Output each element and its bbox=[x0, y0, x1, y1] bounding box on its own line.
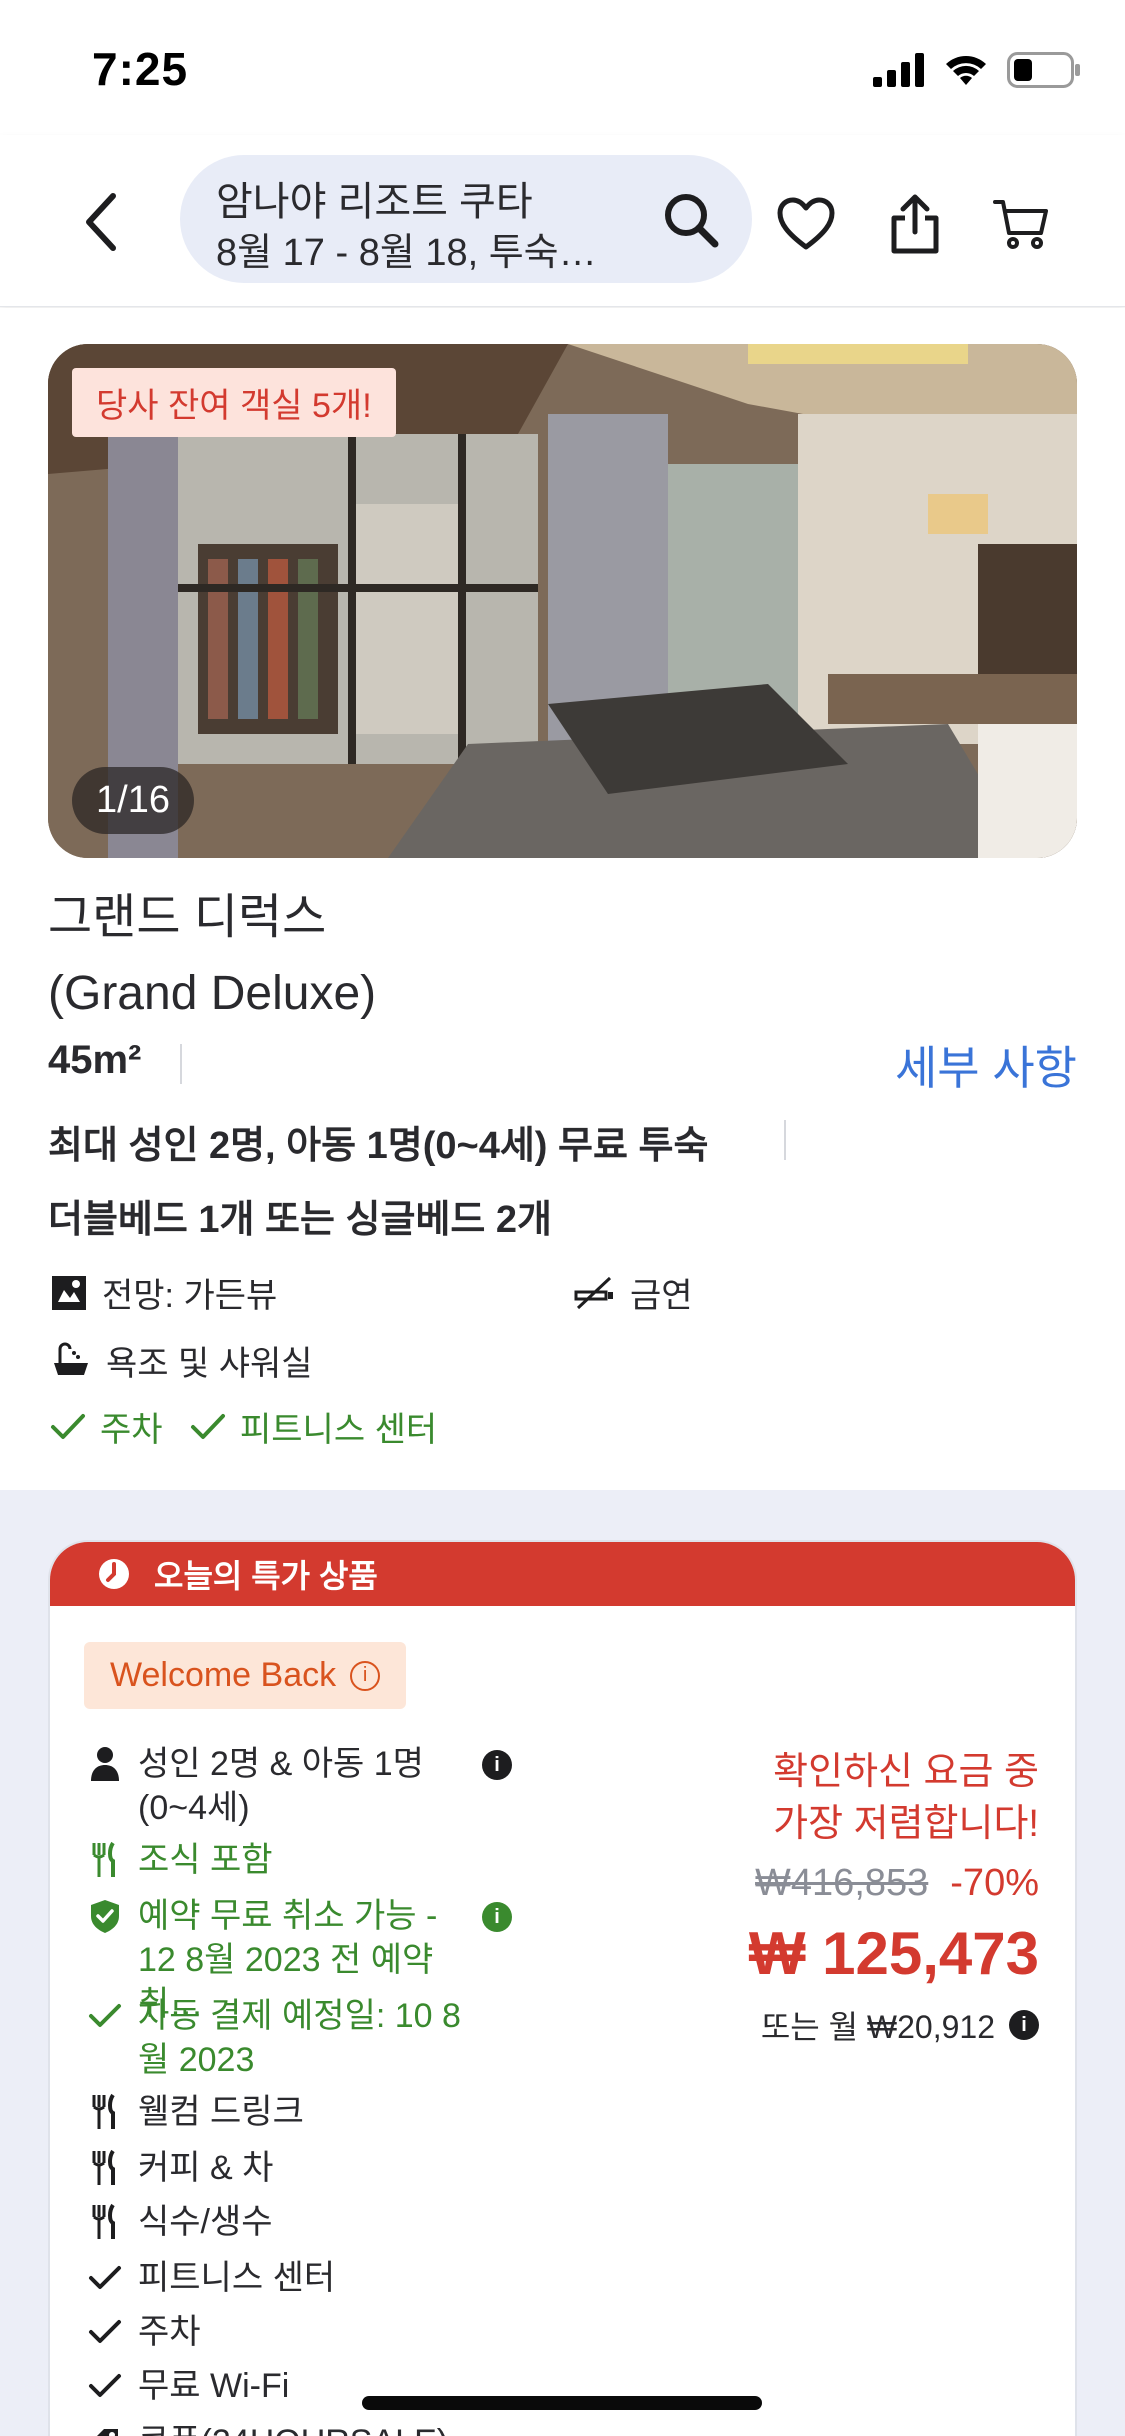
bed-info: 더블베드 1개 또는 싱글베드 2개 bbox=[48, 1199, 553, 1241]
perk-parking-label: 주차 bbox=[138, 2313, 201, 2351]
discount-percent: -70% bbox=[950, 1862, 1039, 1904]
divider bbox=[784, 1120, 786, 1160]
feature-fitness-label: 피트니스 센터 bbox=[240, 1411, 438, 1449]
utensils-icon bbox=[92, 1841, 115, 1877]
occupancy-info: 최대 성인 2명, 아동 1명(0~4세) 무료 투숙 bbox=[48, 1125, 709, 1167]
divider bbox=[180, 1044, 182, 1084]
checkmark-icon bbox=[89, 2374, 121, 2397]
share-button[interactable] bbox=[884, 193, 946, 255]
chevron-left-icon bbox=[86, 193, 116, 251]
deal-offer-card[interactable]: 오늘의 특가 상품 Welcome Back i 성인 2명 & 아동 1명 (… bbox=[48, 1540, 1077, 2436]
perk-guests-label: 성인 2명 & 아동 1명 (0~4세) bbox=[138, 1745, 424, 1827]
welcome-back-badge[interactable]: Welcome Back i bbox=[84, 1642, 407, 1709]
perk-breakfast-label: 조식 포함 bbox=[138, 1841, 273, 1879]
photo-counter: 1/16 bbox=[72, 767, 194, 834]
utensils-icon bbox=[92, 2203, 115, 2239]
cellular-signal-icon bbox=[873, 53, 924, 87]
feature-non-smoking-label: 금연 bbox=[630, 1277, 693, 1315]
favorite-button[interactable] bbox=[775, 193, 837, 255]
perk-coupon-label: 쿠폰(24HOURSALE) bbox=[138, 2420, 468, 2436]
perk-auto-payment: 자동 결제 예정일: 10 8 월 2023 bbox=[86, 1994, 468, 2082]
feature-fitness: 피트니스 센터 bbox=[190, 1402, 437, 1451]
feature-parking: 주차 bbox=[50, 1402, 163, 1451]
deal-header: 오늘의 특가 상품 bbox=[50, 1542, 1075, 1606]
no-smoking-icon bbox=[574, 1276, 613, 1309]
perk-water: 식수/생수 bbox=[86, 2200, 468, 2244]
perk-auto-payment-label: 자동 결제 예정일: 10 8 월 2023 bbox=[138, 1997, 461, 2079]
status-icons bbox=[873, 48, 1081, 92]
perk-coupon: 쿠폰(24HOURSALE) bbox=[86, 2420, 468, 2436]
person-icon bbox=[91, 1747, 119, 1781]
cart-button[interactable] bbox=[990, 193, 1052, 255]
price-block: 확인하신 요금 중 가장 저렴합니다! ₩416,853 -70% ₩ 125,4… bbox=[749, 1746, 1039, 2048]
info-icon[interactable]: i bbox=[482, 1750, 512, 1780]
room-size: 45m² bbox=[48, 1038, 142, 1082]
feature-bath: 욕조 및 샤워실 bbox=[50, 1336, 313, 1385]
top-nav-bar: 암나야 리조트 쿠타 8월 17 - 8월 18, 투숙… bbox=[0, 135, 1125, 307]
perk-coffee-tea-label: 커피 & 차 bbox=[138, 2149, 274, 2187]
info-icon[interactable]: i bbox=[1009, 2010, 1039, 2040]
room-details-link[interactable]: 세부 사항 bbox=[895, 1032, 1077, 1098]
status-time: 7:25 bbox=[92, 43, 189, 95]
rooms-left-badge: 당사 잔여 객실 5개! bbox=[72, 368, 396, 437]
utensils-icon bbox=[92, 2093, 115, 2129]
perk-welcome-drink-label: 웰컴 드링크 bbox=[138, 2093, 304, 2131]
room-title: 그랜드 디럭스 (Grand Deluxe) bbox=[48, 880, 376, 1032]
utensils-icon bbox=[92, 2149, 115, 2185]
back-button[interactable] bbox=[66, 187, 136, 257]
perk-water-label: 식수/생수 bbox=[138, 2203, 273, 2241]
clock-icon bbox=[99, 1559, 129, 1589]
checkmark-icon bbox=[89, 2004, 121, 2027]
room-name-en: (Grand Deluxe) bbox=[48, 967, 377, 1020]
coupon-icon bbox=[97, 2429, 118, 2436]
deal-header-label: 오늘의 특가 상품 bbox=[154, 1558, 378, 1594]
original-price: ₩416,853 bbox=[755, 1862, 929, 1904]
checkmark-icon bbox=[89, 2320, 121, 2343]
search-summary-pill[interactable]: 암나야 리조트 쿠타 8월 17 - 8월 18, 투숙… bbox=[180, 155, 752, 283]
feature-view: 전망: 가든뷰 bbox=[50, 1268, 277, 1317]
perk-parking: 주차 bbox=[86, 2310, 468, 2354]
feature-bath-label: 욕조 및 샤워실 bbox=[106, 1345, 313, 1383]
checkmark-icon bbox=[191, 1413, 225, 1439]
shield-check-icon bbox=[91, 1900, 119, 1933]
original-price-row: ₩416,853 -70% bbox=[749, 1862, 1039, 1905]
feature-non-smoking: 금연 bbox=[574, 1268, 693, 1317]
perk-guests: 성인 2명 & 아동 1명 (0~4세) i bbox=[86, 1742, 512, 1830]
home-indicator bbox=[362, 2396, 762, 2410]
info-icon[interactable]: i bbox=[482, 1902, 512, 1932]
current-price: ₩ 125,473 bbox=[748, 1920, 1039, 1987]
wifi-icon bbox=[946, 56, 986, 85]
lowest-price-line: 가장 저렴합니다! bbox=[773, 1803, 1039, 1845]
feature-parking-label: 주차 bbox=[100, 1411, 163, 1449]
perk-fitness-label: 피트니스 센터 bbox=[138, 2259, 336, 2297]
hotel-name: 암나야 리조트 쿠타 bbox=[216, 180, 533, 224]
monthly-installment-label: 또는 월 ₩20,912 bbox=[760, 2009, 995, 2045]
perk-welcome-drink: 웰컴 드링크 bbox=[86, 2090, 468, 2134]
room-photo-carousel[interactable]: 당사 잔여 객실 5개! 1/16 bbox=[48, 344, 1077, 858]
room-name-ko: 그랜드 디럭스 bbox=[48, 891, 327, 944]
perk-coffee-tea: 커피 & 차 bbox=[86, 2146, 468, 2190]
lowest-price-note: 확인하신 요금 중 가장 저렴합니다! bbox=[749, 1746, 1039, 1850]
lowest-price-line: 확인하신 요금 중 bbox=[773, 1751, 1039, 1793]
checkmark-icon bbox=[51, 1413, 85, 1439]
perk-fitness: 피트니스 센터 bbox=[86, 2256, 468, 2300]
monthly-installment: 또는 월 ₩20,912 i bbox=[749, 2002, 1039, 2048]
feature-view-label: 전망: 가든뷰 bbox=[102, 1277, 278, 1315]
search-icon[interactable] bbox=[662, 191, 720, 249]
share-icon bbox=[891, 194, 939, 254]
battery-icon bbox=[1007, 52, 1080, 88]
welcome-back-label: Welcome Back bbox=[110, 1656, 337, 1694]
heart-icon bbox=[777, 197, 835, 250]
perk-breakfast: 조식 포함 bbox=[86, 1838, 468, 1882]
info-icon[interactable]: i bbox=[350, 1660, 381, 1691]
cart-icon bbox=[993, 200, 1048, 249]
checkmark-icon bbox=[89, 2266, 121, 2289]
room-info-section: 당사 잔여 객실 5개! 1/16 그랜드 디럭스 (Grand Deluxe)… bbox=[0, 308, 1125, 1488]
bathtub-shower-icon bbox=[54, 1342, 88, 1375]
status-bar: 7:25 bbox=[0, 0, 1125, 135]
garden-view-icon bbox=[52, 1275, 86, 1310]
stay-dates-summary: 8월 17 - 8월 18, 투숙… bbox=[216, 232, 597, 274]
